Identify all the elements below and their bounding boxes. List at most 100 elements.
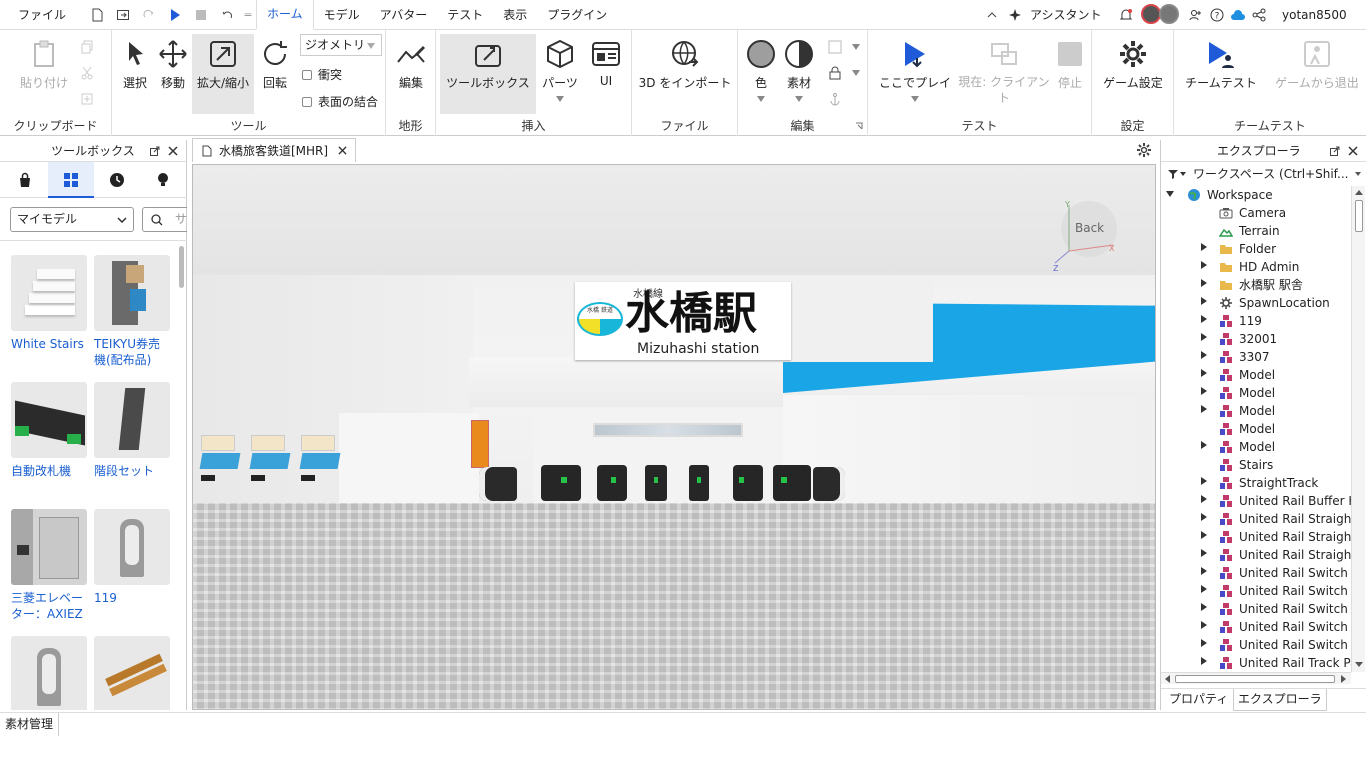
- move-tool-button[interactable]: 移動: [156, 34, 190, 91]
- explorer-tree-item[interactable]: United Rail Straight Lo: [1161, 510, 1351, 528]
- select-tool-button[interactable]: 選択: [118, 34, 152, 91]
- lock-icon[interactable]: [828, 66, 842, 80]
- cut-icon[interactable]: [80, 66, 94, 80]
- expand-arrow-icon[interactable]: [1199, 654, 1209, 672]
- viewport-settings-gear-icon[interactable]: [1136, 142, 1152, 158]
- toolbox-item[interactable]: 階段セット: [94, 382, 170, 487]
- expand-arrow-icon[interactable]: [1199, 258, 1209, 276]
- expand-arrow-icon[interactable]: [1199, 330, 1209, 348]
- expand-arrow-icon[interactable]: [1199, 510, 1209, 528]
- collaborator-avatar-1[interactable]: [1141, 4, 1161, 24]
- menu-model[interactable]: モデル: [314, 0, 370, 30]
- explorer-tree-item[interactable]: 32001: [1161, 330, 1351, 348]
- menu-plugins[interactable]: プラグイン: [537, 0, 617, 30]
- join-surfaces-checkbox[interactable]: 表面の結合: [302, 93, 378, 110]
- menu-test[interactable]: テスト: [437, 0, 493, 30]
- play-here-button[interactable]: ここでプレイ: [876, 34, 954, 105]
- expand-arrow-icon[interactable]: [1199, 582, 1209, 600]
- undock-icon[interactable]: [1330, 146, 1340, 156]
- explorer-tree-item[interactable]: SpawnLocation: [1161, 294, 1351, 312]
- explorer-tree-item[interactable]: Model: [1161, 438, 1351, 456]
- paste-button[interactable]: 貼り付け: [14, 34, 74, 91]
- explorer-tree-item[interactable]: United Rail Straight Lo: [1161, 528, 1351, 546]
- explorer-tree-item[interactable]: Folder: [1161, 240, 1351, 258]
- terrain-edit-button[interactable]: 編集: [392, 34, 430, 91]
- assistant-button[interactable]: アシスタント: [1030, 0, 1102, 30]
- explorer-tree-item[interactable]: United Rail Switch Cro: [1161, 582, 1351, 600]
- assistant-sparkle-icon[interactable]: [1008, 8, 1022, 22]
- tab-explorer[interactable]: エクスプローラ: [1233, 689, 1327, 711]
- cloud-icon[interactable]: [1230, 9, 1246, 21]
- explorer-tree-item[interactable]: United Rail Buffer Hay: [1161, 492, 1351, 510]
- stop-button[interactable]: 停止: [1054, 34, 1086, 91]
- chevron-down-icon[interactable]: [852, 70, 860, 76]
- quick-access-dropdown-icon[interactable]: [244, 8, 252, 22]
- group-icon[interactable]: [828, 40, 842, 54]
- tab-recent-clock-icon[interactable]: [109, 172, 125, 188]
- asset-manager-tab[interactable]: 素材管理: [0, 713, 60, 736]
- explorer-tree-item[interactable]: Model: [1161, 420, 1351, 438]
- menu-avatar[interactable]: アバター: [370, 0, 438, 30]
- explorer-tree-item[interactable]: 3307: [1161, 348, 1351, 366]
- tab-inventory[interactable]: [48, 162, 94, 198]
- scroll-right-icon[interactable]: [1341, 675, 1346, 683]
- friends-icon[interactable]: [1189, 8, 1203, 22]
- anchor-icon[interactable]: [828, 92, 842, 106]
- toolbox-category-dropdown[interactable]: マイモデル: [10, 207, 134, 232]
- toolbox-item[interactable]: [11, 636, 87, 710]
- toolbox-item[interactable]: TEIKYU券売機(配布品): [94, 255, 170, 367]
- hscroll-thumb[interactable]: [1175, 675, 1335, 683]
- chevron-down-icon[interactable]: [852, 44, 860, 50]
- explorer-tree-item[interactable]: 水橋駅 駅舎: [1161, 276, 1351, 294]
- scale-tool-button[interactable]: 拡大/縮小: [192, 34, 254, 114]
- 3d-viewport[interactable]: 水橋線 水橋 鉄道 水橋駅 Mizuhashi station Back Y X…: [192, 164, 1156, 710]
- expand-arrow-icon[interactable]: [1199, 636, 1209, 654]
- parts-button[interactable]: パーツ: [540, 34, 580, 105]
- help-icon[interactable]: ?: [1210, 8, 1224, 22]
- toolbox-item[interactable]: 自動改札機: [11, 382, 87, 487]
- expand-arrow-icon[interactable]: [1199, 546, 1209, 564]
- undo-icon[interactable]: [220, 8, 234, 22]
- expand-arrow-icon[interactable]: [1199, 402, 1209, 420]
- expand-arrow-icon[interactable]: [1199, 564, 1209, 582]
- explorer-tree-item[interactable]: Model: [1161, 384, 1351, 402]
- game-settings-button[interactable]: ゲーム設定: [1098, 34, 1168, 91]
- ui-button[interactable]: UI: [586, 34, 626, 88]
- scroll-up-icon[interactable]: [1355, 190, 1363, 195]
- explorer-tree-item[interactable]: StraightTrack: [1161, 474, 1351, 492]
- expand-arrow-icon[interactable]: [1199, 312, 1209, 330]
- username[interactable]: yotan8500: [1282, 0, 1347, 30]
- expand-arrow-icon[interactable]: [1199, 276, 1209, 294]
- menu-view[interactable]: 表示: [493, 0, 537, 30]
- import-3d-button[interactable]: 3D をインポート: [636, 34, 734, 91]
- tab-marketplace-bag-icon[interactable]: [17, 172, 33, 188]
- explorer-tree-item[interactable]: United Rail Switch SBe: [1161, 618, 1351, 636]
- new-file-icon[interactable]: [90, 8, 104, 22]
- explorer-tree-item[interactable]: Model: [1161, 366, 1351, 384]
- explorer-tree-item[interactable]: Model: [1161, 402, 1351, 420]
- toolbox-item[interactable]: [94, 636, 170, 710]
- collide-checkbox[interactable]: 衝突: [302, 66, 342, 83]
- expand-arrow-icon[interactable]: [1199, 294, 1209, 312]
- color-button[interactable]: 色: [742, 34, 780, 105]
- expand-arrow-icon[interactable]: [1199, 366, 1209, 384]
- copy-icon[interactable]: [80, 40, 94, 54]
- scroll-thumb[interactable]: [1355, 200, 1363, 232]
- play-icon[interactable]: [168, 8, 182, 22]
- toolbox-button[interactable]: ツールボックス: [440, 34, 536, 114]
- close-icon[interactable]: [168, 146, 178, 156]
- toolbox-item[interactable]: White Stairs: [11, 255, 87, 360]
- expand-arrow-icon[interactable]: [1199, 384, 1209, 402]
- expand-arrow-icon[interactable]: [1199, 438, 1209, 456]
- explorer-tree-item[interactable]: United Rail Track Pack: [1161, 654, 1351, 672]
- expand-arrow-icon[interactable]: [1199, 474, 1209, 492]
- publish-icon[interactable]: [116, 8, 130, 22]
- explorer-tree-item[interactable]: United Rail Straight M: [1161, 546, 1351, 564]
- explorer-tree-item[interactable]: United Rail Switch Cro: [1161, 600, 1351, 618]
- collapse-arrow-icon[interactable]: [1165, 186, 1175, 204]
- duplicate-icon[interactable]: [80, 92, 94, 106]
- undock-icon[interactable]: [150, 146, 160, 156]
- toolbox-item[interactable]: 119: [94, 509, 170, 614]
- close-icon[interactable]: [1348, 146, 1358, 156]
- current-client-button[interactable]: 現在: クライアント: [956, 34, 1052, 106]
